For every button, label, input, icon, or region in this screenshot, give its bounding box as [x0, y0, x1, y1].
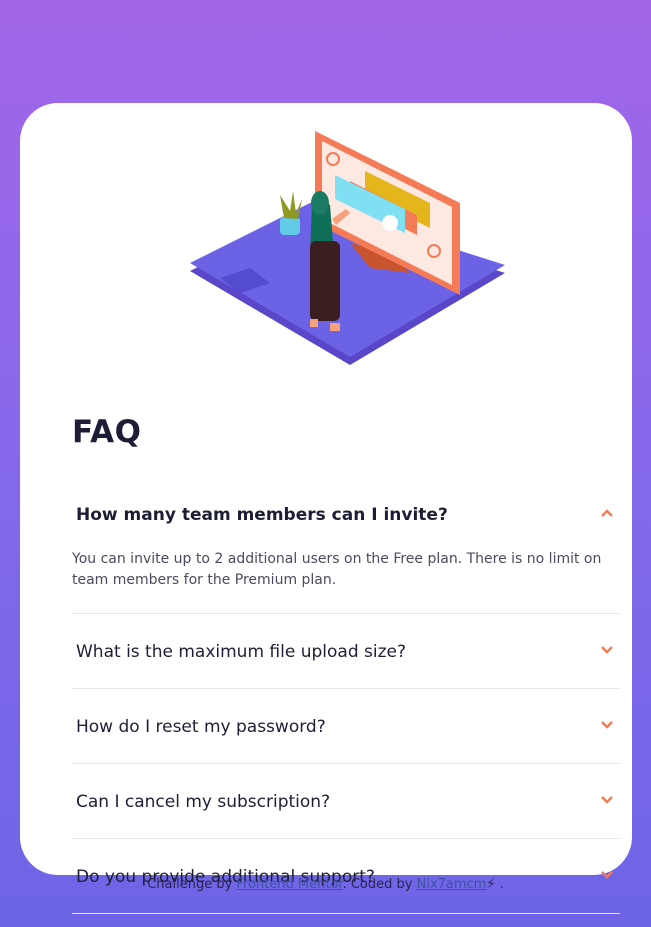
attribution-middle: . Coded by	[342, 877, 413, 892]
faq-question-button[interactable]: How many team members can I invite?	[72, 477, 620, 551]
chevron-down-icon	[601, 646, 613, 654]
faq-item: Can I cancel my subscription?	[72, 764, 620, 839]
faq-question: What is the maximum file upload size?	[76, 642, 406, 662]
faq-item: How do I reset my password?	[72, 689, 620, 764]
attribution: Challenge by Frontend Mentor. Coded by N…	[0, 877, 651, 892]
faq-question: How do I reset my password?	[76, 717, 326, 737]
faq-question: How many team members can I invite?	[76, 505, 448, 525]
faq-item: What is the maximum file upload size?	[72, 614, 620, 689]
attribution-suffix: .	[499, 877, 504, 892]
faq-question-button[interactable]: Can I cancel my subscription?	[72, 764, 620, 838]
faq-question: Can I cancel my subscription?	[76, 792, 331, 812]
faq-answer: You can invite up to 2 additional users …	[72, 551, 602, 588]
attribution-prefix: Challenge by	[147, 877, 233, 892]
page-title: FAQ	[72, 414, 142, 450]
faq-question-button[interactable]: What is the maximum file upload size?	[72, 614, 620, 688]
faq-card: FAQ How many team members can I invite? …	[20, 103, 632, 914]
faq-question-button[interactable]: How do I reset my password?	[72, 689, 620, 763]
woman-at-monitor-illustration	[190, 131, 505, 365]
author-link[interactable]: Nix7amcm	[417, 877, 487, 892]
chevron-down-icon	[601, 796, 613, 804]
chevron-down-icon	[601, 721, 613, 729]
faq-accordion: How many team members can I invite? You …	[72, 477, 620, 914]
frontend-mentor-link[interactable]: Frontend Mentor	[236, 877, 342, 892]
faq-question-button[interactable]: Do you provide additional support?	[72, 839, 620, 913]
faq-item: How many team members can I invite? You …	[72, 477, 620, 614]
chevron-up-icon	[601, 509, 613, 517]
lightning-icon: ⚡	[486, 877, 496, 892]
